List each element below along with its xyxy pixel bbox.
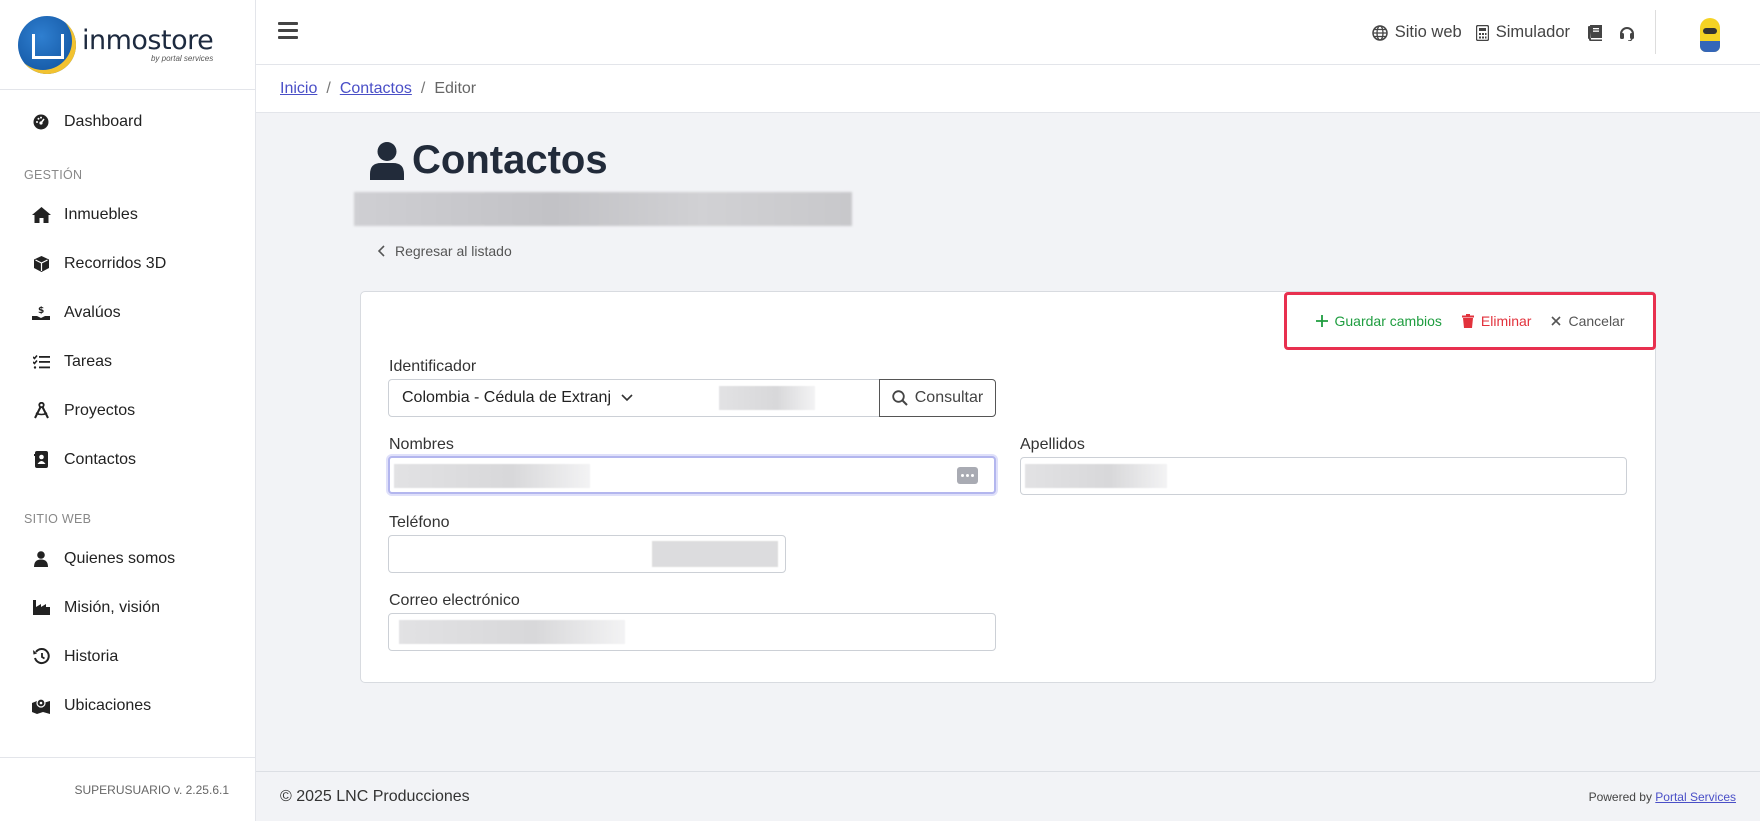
sidebar-item-label: Misión, visión	[64, 598, 161, 616]
copyright: © 2025 LNC Producciones	[280, 787, 470, 805]
sidebar-item-label: Tareas	[64, 352, 113, 370]
identificador-label: Identificador	[389, 358, 477, 375]
address-book-icon	[30, 451, 52, 469]
telefono-input[interactable]	[388, 535, 786, 573]
history-icon	[30, 648, 52, 666]
logo-icon	[18, 15, 76, 74]
password-manager-icon[interactable]	[957, 467, 978, 484]
trash-icon	[1461, 314, 1474, 328]
search-icon	[892, 390, 908, 406]
sidebar-item-tareas[interactable]: Tareas	[0, 337, 255, 386]
sidebar-item-historia[interactable]: Historia	[0, 632, 255, 681]
correo-label: Correo electrónico	[389, 592, 520, 609]
calculator-icon	[1475, 24, 1489, 41]
book-icon	[1588, 24, 1602, 41]
nombres-label: Nombres	[389, 436, 454, 453]
consultar-label: Consultar	[914, 389, 984, 406]
compass-icon	[30, 402, 52, 420]
support-button[interactable]	[1619, 25, 1642, 41]
map-pin-icon	[30, 697, 52, 715]
page-title: Contactos	[370, 138, 608, 183]
section-gestion: GESTIÓN	[24, 168, 83, 182]
save-label: Guardar cambios	[1334, 313, 1442, 329]
simulador-link[interactable]: Simulador	[1475, 23, 1570, 42]
svg-text:$: $	[38, 306, 44, 316]
home-icon	[30, 206, 52, 224]
cancel-label: Cancelar	[1568, 313, 1625, 329]
sidebar-item-label: Avalúos	[64, 303, 121, 321]
sidebar-item-label: Dashboard	[64, 112, 143, 130]
sidebar: inmostore by portal services Dashboard G…	[0, 0, 256, 821]
back-to-list-link[interactable]: Regresar al listado	[378, 243, 512, 259]
delete-button[interactable]: Eliminar	[1461, 313, 1532, 329]
menu-toggle-icon[interactable]	[278, 22, 298, 40]
dashboard-icon	[30, 113, 52, 131]
cube-icon	[30, 255, 52, 273]
sidebar-item-proyectos[interactable]: Proyectos	[0, 386, 255, 435]
sidebar-item-label: Ubicaciones	[64, 696, 152, 714]
sidebar-item-label: Quienes somos	[64, 549, 176, 567]
breadcrumb: Inicio / Contactos / Editor	[256, 65, 1760, 113]
apellidos-label: Apellidos	[1020, 436, 1085, 453]
apellidos-input[interactable]	[1020, 457, 1627, 495]
consultar-button[interactable]: Consultar	[879, 379, 996, 417]
sitio-web-link[interactable]: Sitio web	[1372, 23, 1462, 42]
form-actions: Guardar cambios Eliminar Cancelar	[1284, 292, 1656, 350]
breadcrumb-contactos[interactable]: Contactos	[340, 80, 412, 98]
sidebar-item-avaluos[interactable]: $ Avalúos	[0, 288, 255, 337]
id-number-input[interactable]	[645, 379, 880, 417]
sidebar-item-ubicaciones[interactable]: Ubicaciones	[0, 681, 255, 730]
save-button[interactable]: Guardar cambios	[1315, 313, 1442, 329]
portal-services-link[interactable]: Portal Services	[1655, 790, 1736, 804]
logo-sub: by portal services	[150, 53, 214, 63]
sidebar-item-label: Recorridos 3D	[64, 254, 167, 272]
divider	[1655, 10, 1656, 54]
topbar: Sitio web Simulador	[256, 0, 1760, 65]
sidebar-item-label: Contactos	[64, 450, 137, 468]
sidebar-item-contactos[interactable]: Contactos	[0, 435, 255, 484]
record-subtitle-redacted	[354, 192, 852, 226]
sidebar-item-label: Inmuebles	[64, 205, 138, 223]
sidebar-item-recorridos[interactable]: Recorridos 3D	[0, 239, 255, 288]
nombres-input[interactable]	[388, 456, 996, 494]
logo-name: inmostore	[82, 24, 214, 56]
delete-label: Eliminar	[1480, 313, 1532, 329]
sidebar-item-dashboard[interactable]: Dashboard	[0, 97, 255, 146]
plus-icon	[1315, 315, 1328, 327]
globe-icon	[1372, 24, 1388, 41]
version-label: SUPERUSUARIO v. 2.25.6.1	[0, 757, 255, 821]
sidebar-item-quienes-somos[interactable]: Quienes somos	[0, 534, 255, 583]
page-title-text: Contactos	[412, 138, 608, 182]
sidebar-item-inmuebles[interactable]: Inmuebles	[0, 190, 255, 239]
sidebar-item-label: Proyectos	[64, 401, 136, 419]
sidebar-item-mision[interactable]: Misión, visión	[0, 583, 255, 632]
breadcrumb-editor: Editor	[434, 79, 477, 97]
user-icon	[370, 141, 404, 180]
powered-by: Powered by Portal Services	[1588, 789, 1736, 804]
breadcrumb-inicio[interactable]: Inicio	[280, 80, 317, 98]
section-sitio-web: SITIO WEB	[24, 512, 92, 526]
avatar[interactable]	[1700, 18, 1720, 52]
id-type-value: Colombia - Cédula de Extranjería	[402, 389, 610, 406]
logo[interactable]: inmostore by portal services	[0, 0, 255, 90]
chevron-left-icon	[378, 245, 385, 257]
back-link-label: Regresar al listado	[395, 243, 512, 259]
sidebar-item-label: Historia	[64, 647, 119, 665]
sitio-web-label: Sitio web	[1394, 23, 1462, 41]
id-type-select[interactable]: Colombia - Cédula de Extranjería	[388, 379, 646, 417]
industry-icon	[30, 599, 52, 617]
telefono-label: Teléfono	[389, 514, 450, 531]
user-icon	[30, 550, 52, 568]
simulador-label: Simulador	[1495, 23, 1570, 41]
docs-button[interactable]	[1588, 24, 1609, 41]
close-icon	[1551, 316, 1562, 326]
footer: © 2025 LNC Producciones Powered by Porta…	[256, 771, 1760, 821]
hand-dollar-icon: $	[30, 304, 52, 322]
headset-icon	[1620, 26, 1634, 41]
cancel-button[interactable]: Cancelar	[1551, 313, 1625, 329]
chevron-down-icon	[621, 394, 633, 402]
checklist-icon	[30, 353, 52, 371]
correo-input[interactable]	[388, 613, 996, 651]
